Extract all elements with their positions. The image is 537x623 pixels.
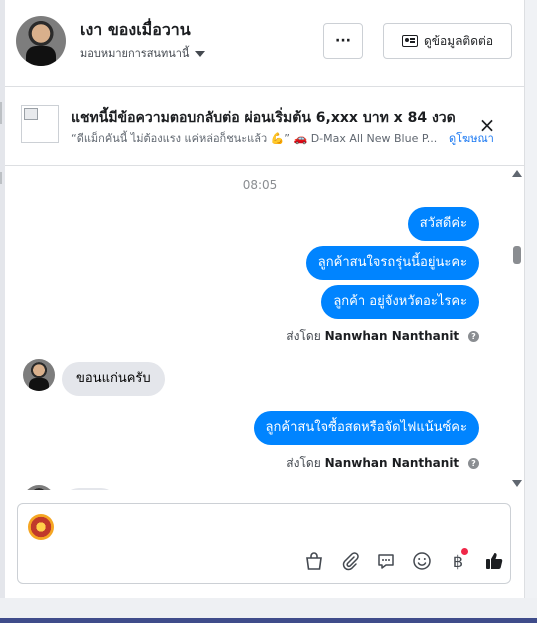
message-timestamp: 08:05 <box>242 178 278 192</box>
assign-conversation-dropdown[interactable]: มอบหมายการสนทนานี้ <box>80 44 206 62</box>
shopping-bag-icon[interactable] <box>303 550 325 572</box>
ad-reply-banner: แชทนี้มีข้อความตอบกลับต่อ ผ่อนเริ่มต้น 6… <box>5 87 524 166</box>
page-avatar <box>28 514 54 540</box>
contact-card-icon <box>401 35 418 47</box>
sent-by-label: ส่งโดย Nanwhan Nanthanit ? <box>286 454 479 473</box>
outgoing-message[interactable]: ลูกค้าสนใจซื้อสดหรือจัดไฟแน้นซ์คะ <box>253 411 479 445</box>
message-composer[interactable]: ฿ <box>17 503 511 584</box>
sent-by-prefix: ส่งโดย <box>286 329 321 343</box>
conversation-header: เงา ของเมื่อวาน มอบหมายการสนทนานี้ ··· ด… <box>5 0 524 87</box>
help-icon[interactable]: ? <box>468 458 479 469</box>
ad-banner-description: “ดีแม็กคันนี้ ไม่ต้องแรง แค่หล่อก็ชนะแล้… <box>71 132 438 145</box>
thumbs-up-icon[interactable] <box>483 550 505 572</box>
emoji-icon[interactable] <box>411 550 433 572</box>
caret-down-icon <box>195 51 206 57</box>
scroll-down-arrow-icon[interactable] <box>512 480 522 487</box>
left-edge-marker <box>0 102 2 124</box>
close-icon[interactable]: × <box>477 115 497 135</box>
help-icon[interactable]: ? <box>468 331 479 342</box>
sent-by-prefix: ส่งโดย <box>286 456 321 470</box>
saved-replies-icon[interactable] <box>375 550 397 572</box>
scroll-up-arrow-icon[interactable] <box>512 170 522 177</box>
notification-dot <box>461 548 468 555</box>
contact-avatar-small <box>23 485 55 490</box>
incoming-message[interactable]: ขอนแก่นครับ <box>62 362 165 396</box>
sender-name: Nanwhan Nanthanit <box>324 456 460 470</box>
contact-avatar[interactable] <box>16 16 66 66</box>
incoming-message-partial[interactable] <box>62 488 118 490</box>
view-contact-info-label: ดูข้อมูลติดต่อ <box>423 33 494 48</box>
sent-by-label: ส่งโดย Nanwhan Nanthanit ? <box>286 327 479 346</box>
view-contact-info-button[interactable]: ดูข้อมูลติดต่อ <box>383 23 512 59</box>
conversation-panel: เงา ของเมื่อวาน มอบหมายการสนทนานี้ ··· ด… <box>5 0 525 598</box>
assign-label: มอบหมายการสนทนานี้ <box>80 47 190 60</box>
ad-banner-title: แชทนี้มีข้อความตอบกลับต่อ ผ่อนเริ่มต้น 6… <box>71 110 456 126</box>
contact-name[interactable]: เงา ของเมื่อวาน <box>80 18 191 43</box>
ad-thumbnail-image <box>21 105 59 143</box>
scrollbar-thumb[interactable] <box>513 246 521 264</box>
message-input[interactable] <box>62 514 492 540</box>
contact-avatar-small <box>23 359 55 391</box>
more-options-button[interactable]: ··· <box>323 23 363 59</box>
sender-name: Nanwhan Nanthanit <box>324 329 460 343</box>
left-edge-marker <box>0 172 2 184</box>
page-bottom-bar <box>0 618 537 623</box>
outgoing-message[interactable]: สวัสดีค่ะ <box>407 207 479 241</box>
baht-payment-icon[interactable]: ฿ <box>447 548 469 572</box>
paperclip-icon[interactable] <box>339 550 361 572</box>
message-thread[interactable]: 08:05 สวัสดีค่ะ ลูกค้าสนใจรถรุ่นนี้อยู่น… <box>5 166 524 490</box>
outgoing-message[interactable]: ลูกค้า อยู่จังหวัดอะไรคะ <box>321 285 479 319</box>
outgoing-message[interactable]: ลูกค้าสนใจรถรุ่นนี้อยู่นะคะ <box>305 246 479 280</box>
